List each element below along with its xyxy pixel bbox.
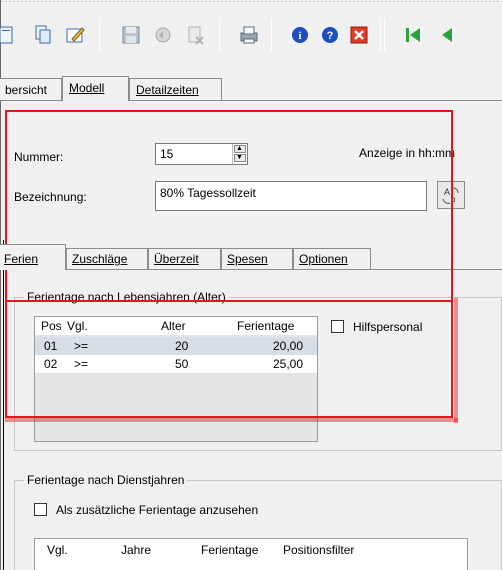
panel-left-border <box>3 240 4 570</box>
zusaetzliche-ferientage-checkbox[interactable] <box>34 503 47 516</box>
svg-text:?: ? <box>327 30 334 42</box>
tab-ferien[interactable]: Ferien <box>0 244 66 270</box>
tab-label: Modell <box>69 81 105 95</box>
tab-label: Ferien <box>4 252 39 266</box>
group-dienstjahren-title: Ferientage nach Dienstjahren <box>24 473 188 487</box>
toolbar: i ? <box>0 6 502 58</box>
document-icon[interactable] <box>0 24 16 46</box>
help-icon[interactable]: ? <box>319 24 341 46</box>
col-header-vgl[interactable]: Vgl. <box>47 543 68 557</box>
grid-header: Vgl. Jahre Ferientage Positionsfilter <box>35 539 467 557</box>
toolbar-separator <box>99 18 100 52</box>
tab-modell[interactable]: Modell <box>62 76 129 101</box>
main-tab-bar: bersicht Modell Detailzeiten <box>0 76 502 101</box>
undo-icon[interactable] <box>152 24 174 46</box>
edit-document-icon[interactable] <box>64 24 86 46</box>
previous-record-icon[interactable] <box>436 24 458 46</box>
annotation-rectangle <box>5 110 453 418</box>
toolbar-separator <box>219 18 220 52</box>
toolbar-separator <box>380 18 381 52</box>
tab-label: Detailzeiten <box>136 83 199 97</box>
tab-label: bersicht <box>5 83 48 97</box>
annotation-shadow <box>454 298 458 423</box>
annotation-shadow <box>5 418 458 422</box>
copy-document-icon[interactable] <box>32 24 54 46</box>
col-header-ferientage[interactable]: Ferientage <box>201 543 258 557</box>
col-header-positionsfilter[interactable]: Positionsfilter <box>283 543 354 557</box>
print-icon[interactable] <box>238 24 260 46</box>
dienstjahren-grid[interactable]: Vgl. Jahre Ferientage Positionsfilter <box>34 538 468 570</box>
svg-text:i: i <box>298 30 301 42</box>
tab-uebersicht[interactable]: bersicht <box>0 78 62 100</box>
col-header-jahre[interactable]: Jahre <box>121 543 151 557</box>
info-icon[interactable]: i <box>289 24 311 46</box>
window-top-edge <box>0 0 502 3</box>
annotation-line <box>5 300 453 302</box>
toolbar-separator <box>271 18 272 52</box>
toolbar-separator <box>384 18 385 52</box>
zusaetzliche-ferientage-label: Als zusätzliche Ferientage anzusehen <box>56 503 259 517</box>
close-icon[interactable] <box>348 24 370 46</box>
save-icon[interactable] <box>120 24 142 46</box>
delete-document-icon[interactable] <box>184 24 206 46</box>
tab-detailzeiten[interactable]: Detailzeiten <box>129 78 222 100</box>
first-record-icon[interactable] <box>402 24 424 46</box>
